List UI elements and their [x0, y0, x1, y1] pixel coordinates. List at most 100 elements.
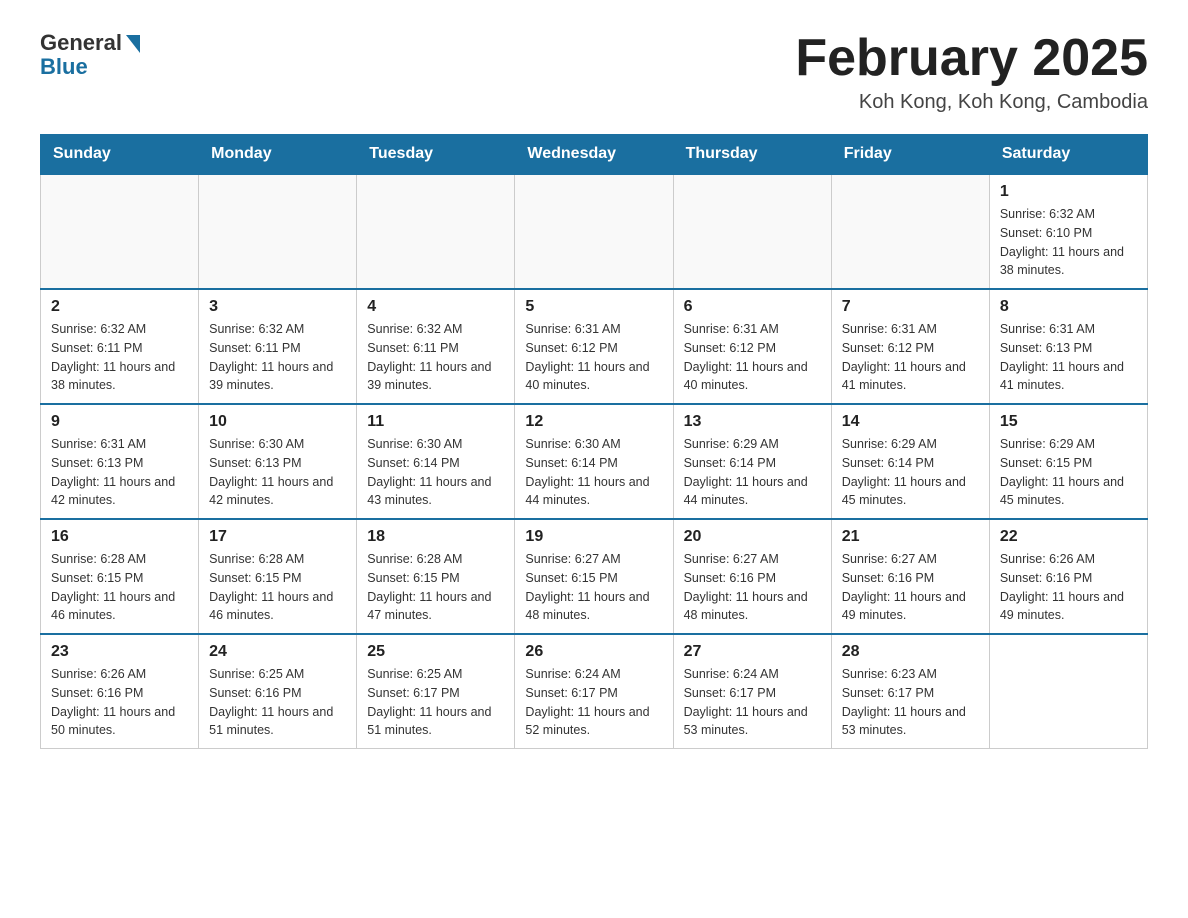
week-row-0: 1Sunrise: 6:32 AM Sunset: 6:10 PM Daylig…	[41, 174, 1148, 289]
calendar-cell: 28 Sunrise: 6:23 AM Sunset: 6:17 PM Dayli…	[831, 634, 989, 749]
calendar-cell	[41, 174, 199, 289]
weekday-header-wednesday: Wednesday	[515, 135, 673, 175]
week-row-3: 16 Sunrise: 6:28 AM Sunset: 6:15 PM Dayli…	[41, 519, 1148, 634]
logo-general-text: General	[40, 30, 122, 56]
day-info: Sunrise: 6:31 AM Sunset: 6:13 PM Dayligh…	[51, 435, 188, 510]
day-number: 9	[51, 413, 188, 431]
day-number: 19	[525, 528, 662, 546]
logo-top: General	[40, 30, 140, 56]
day-info: Sunrise: 6:28 AM Sunset: 6:15 PM Dayligh…	[51, 550, 188, 625]
day-info: Sunrise: 6:28 AM Sunset: 6:15 PM Dayligh…	[209, 550, 346, 625]
calendar-cell: 24Sunrise: 6:25 AM Sunset: 6:16 PM Dayli…	[199, 634, 357, 749]
day-info: Sunrise: 6:23 AM Sunset: 6:17 PM Dayligh…	[842, 665, 979, 740]
day-info: Sunrise: 6:31 AM Sunset: 6:12 PM Dayligh…	[842, 320, 979, 395]
calendar-cell	[199, 174, 357, 289]
calendar-cell: 5 Sunrise: 6:31 AM Sunset: 6:12 PM Daylig…	[515, 289, 673, 404]
day-info: Sunrise: 6:31 AM Sunset: 6:12 PM Dayligh…	[684, 320, 821, 395]
calendar-cell	[989, 634, 1147, 749]
week-row-4: 23 Sunrise: 6:26 AM Sunset: 6:16 PM Dayli…	[41, 634, 1148, 749]
page-header: General Blue February 2025 Koh Kong, Koh…	[40, 30, 1148, 114]
day-number: 15	[1000, 413, 1137, 431]
calendar-cell: 20Sunrise: 6:27 AM Sunset: 6:16 PM Dayli…	[673, 519, 831, 634]
logo: General Blue	[40, 30, 140, 80]
day-info: Sunrise: 6:32 AM Sunset: 6:11 PM Dayligh…	[209, 320, 346, 395]
calendar-cell: 3 Sunrise: 6:32 AM Sunset: 6:11 PM Daylig…	[199, 289, 357, 404]
calendar-cell: 2 Sunrise: 6:32 AM Sunset: 6:11 PM Daylig…	[41, 289, 199, 404]
calendar-cell: 6 Sunrise: 6:31 AM Sunset: 6:12 PM Daylig…	[673, 289, 831, 404]
weekday-header-thursday: Thursday	[673, 135, 831, 175]
calendar-table: SundayMondayTuesdayWednesdayThursdayFrid…	[40, 134, 1148, 749]
calendar-cell: 17 Sunrise: 6:28 AM Sunset: 6:15 PM Dayli…	[199, 519, 357, 634]
day-number: 18	[367, 528, 504, 546]
day-info: Sunrise: 6:27 AM Sunset: 6:16 PM Dayligh…	[842, 550, 979, 625]
day-info: Sunrise: 6:24 AM Sunset: 6:17 PM Dayligh…	[525, 665, 662, 740]
calendar-cell: 25 Sunrise: 6:25 AM Sunset: 6:17 PM Dayli…	[357, 634, 515, 749]
calendar-cell: 22 Sunrise: 6:26 AM Sunset: 6:16 PM Dayli…	[989, 519, 1147, 634]
calendar-cell	[673, 174, 831, 289]
day-info: Sunrise: 6:30 AM Sunset: 6:14 PM Dayligh…	[525, 435, 662, 510]
calendar-cell: 14Sunrise: 6:29 AM Sunset: 6:14 PM Dayli…	[831, 404, 989, 519]
day-info: Sunrise: 6:26 AM Sunset: 6:16 PM Dayligh…	[51, 665, 188, 740]
calendar-cell: 10 Sunrise: 6:30 AM Sunset: 6:13 PM Dayli…	[199, 404, 357, 519]
day-info: Sunrise: 6:32 AM Sunset: 6:11 PM Dayligh…	[367, 320, 504, 395]
day-number: 20	[684, 528, 821, 546]
weekday-header-sunday: Sunday	[41, 135, 199, 175]
calendar-cell: 8Sunrise: 6:31 AM Sunset: 6:13 PM Daylig…	[989, 289, 1147, 404]
weekday-header-row: SundayMondayTuesdayWednesdayThursdayFrid…	[41, 135, 1148, 175]
day-number: 25	[367, 643, 504, 661]
day-info: Sunrise: 6:32 AM Sunset: 6:11 PM Dayligh…	[51, 320, 188, 395]
calendar-cell: 4Sunrise: 6:32 AM Sunset: 6:11 PM Daylig…	[357, 289, 515, 404]
calendar-cell: 9 Sunrise: 6:31 AM Sunset: 6:13 PM Daylig…	[41, 404, 199, 519]
calendar-cell: 26 Sunrise: 6:24 AM Sunset: 6:17 PM Dayli…	[515, 634, 673, 749]
calendar-cell	[357, 174, 515, 289]
calendar-cell	[515, 174, 673, 289]
location: Koh Kong, Koh Kong, Cambodia	[795, 91, 1148, 114]
month-title: February 2025	[795, 30, 1148, 87]
calendar-cell: 21 Sunrise: 6:27 AM Sunset: 6:16 PM Dayli…	[831, 519, 989, 634]
day-number: 21	[842, 528, 979, 546]
day-number: 17	[209, 528, 346, 546]
weekday-header-monday: Monday	[199, 135, 357, 175]
calendar-cell: 7Sunrise: 6:31 AM Sunset: 6:12 PM Daylig…	[831, 289, 989, 404]
day-number: 22	[1000, 528, 1137, 546]
weekday-header-saturday: Saturday	[989, 135, 1147, 175]
day-number: 28	[842, 643, 979, 661]
day-number: 26	[525, 643, 662, 661]
calendar-cell	[831, 174, 989, 289]
calendar-cell: 13 Sunrise: 6:29 AM Sunset: 6:14 PM Dayli…	[673, 404, 831, 519]
day-info: Sunrise: 6:27 AM Sunset: 6:15 PM Dayligh…	[525, 550, 662, 625]
calendar-cell: 12 Sunrise: 6:30 AM Sunset: 6:14 PM Dayli…	[515, 404, 673, 519]
day-number: 27	[684, 643, 821, 661]
logo-blue-text: Blue	[40, 54, 88, 80]
weekday-header-tuesday: Tuesday	[357, 135, 515, 175]
day-info: Sunrise: 6:28 AM Sunset: 6:15 PM Dayligh…	[367, 550, 504, 625]
title-section: February 2025 Koh Kong, Koh Kong, Cambod…	[795, 30, 1148, 114]
day-info: Sunrise: 6:29 AM Sunset: 6:14 PM Dayligh…	[684, 435, 821, 510]
day-number: 1	[1000, 183, 1137, 201]
day-number: 8	[1000, 298, 1137, 316]
day-number: 3	[209, 298, 346, 316]
day-number: 23	[51, 643, 188, 661]
day-number: 2	[51, 298, 188, 316]
day-number: 6	[684, 298, 821, 316]
day-info: Sunrise: 6:30 AM Sunset: 6:13 PM Dayligh…	[209, 435, 346, 510]
calendar-cell: 15 Sunrise: 6:29 AM Sunset: 6:15 PM Dayli…	[989, 404, 1147, 519]
day-number: 10	[209, 413, 346, 431]
day-number: 5	[525, 298, 662, 316]
day-info: Sunrise: 6:31 AM Sunset: 6:12 PM Dayligh…	[525, 320, 662, 395]
day-info: Sunrise: 6:24 AM Sunset: 6:17 PM Dayligh…	[684, 665, 821, 740]
weekday-header-friday: Friday	[831, 135, 989, 175]
week-row-1: 2 Sunrise: 6:32 AM Sunset: 6:11 PM Daylig…	[41, 289, 1148, 404]
day-number: 16	[51, 528, 188, 546]
logo-arrow-icon	[126, 35, 140, 53]
calendar-cell: 18 Sunrise: 6:28 AM Sunset: 6:15 PM Dayli…	[357, 519, 515, 634]
calendar-cell: 11Sunrise: 6:30 AM Sunset: 6:14 PM Dayli…	[357, 404, 515, 519]
day-info: Sunrise: 6:25 AM Sunset: 6:17 PM Dayligh…	[367, 665, 504, 740]
calendar-cell: 27 Sunrise: 6:24 AM Sunset: 6:17 PM Dayli…	[673, 634, 831, 749]
calendar-cell: 1Sunrise: 6:32 AM Sunset: 6:10 PM Daylig…	[989, 174, 1147, 289]
day-number: 11	[367, 413, 504, 431]
day-number: 13	[684, 413, 821, 431]
day-number: 12	[525, 413, 662, 431]
day-info: Sunrise: 6:26 AM Sunset: 6:16 PM Dayligh…	[1000, 550, 1137, 625]
day-info: Sunrise: 6:29 AM Sunset: 6:15 PM Dayligh…	[1000, 435, 1137, 510]
